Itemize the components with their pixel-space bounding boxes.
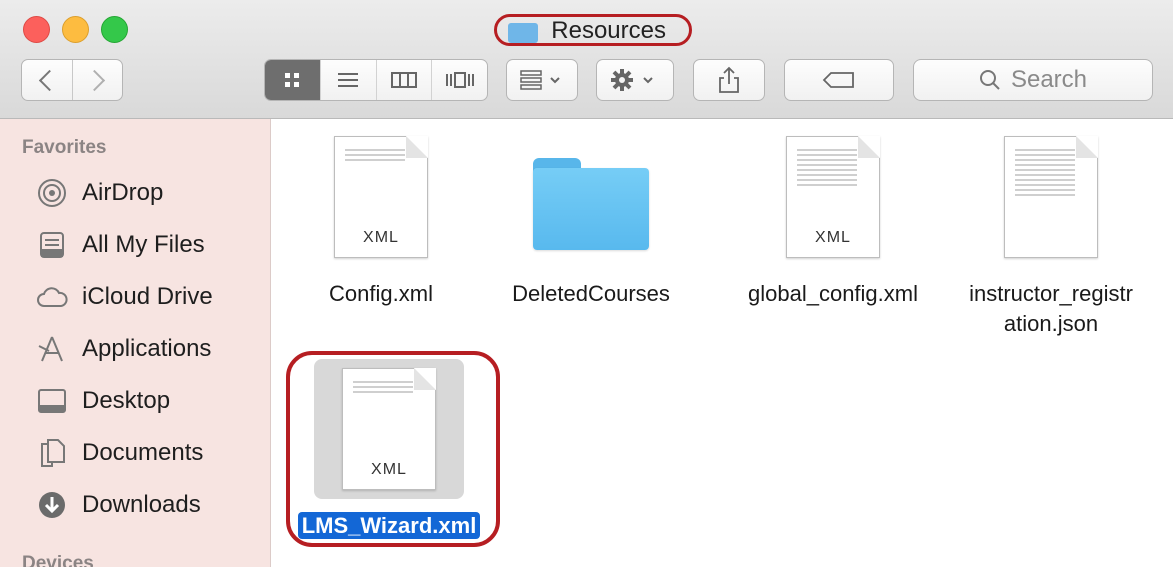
search-placeholder: Search: [1010, 66, 1088, 93]
sidebar-section-favorites: Favorites: [22, 137, 107, 158]
finder-window: Resources Search Favorites AirDrop All M…: [0, 0, 1173, 567]
sidebar-item-downloads[interactable]: Downloads: [36, 485, 201, 525]
xml-document-icon: XML: [786, 136, 880, 258]
file-item-instructor-registration-json[interactable]: instructor_registr ation.json: [953, 127, 1149, 339]
xml-document-icon: XML: [334, 136, 428, 258]
file-name: global_config.xml: [748, 281, 918, 306]
sidebar-item-applications[interactable]: Applications: [36, 329, 211, 369]
sidebar-item-label: iCloud Drive: [82, 283, 213, 310]
folder-icon: [533, 158, 649, 250]
sidebar: Favorites AirDrop All My Files iCloud Dr…: [0, 119, 271, 567]
sidebar-item-airdrop[interactable]: AirDrop: [36, 173, 163, 213]
applications-icon: [36, 333, 68, 365]
file-icon-wrap: XML: [758, 127, 908, 267]
desktop-icon: [36, 385, 68, 417]
arrange-grid-icon: [520, 70, 560, 90]
sidebar-section-devices: Devices: [22, 553, 94, 567]
json-document-icon: [1004, 136, 1098, 258]
file-icon-wrap: [976, 127, 1126, 267]
zoom-window-button[interactable]: [101, 16, 128, 43]
back-button[interactable]: [22, 60, 72, 100]
cloud-icon: [36, 281, 68, 313]
forward-button[interactable]: [71, 60, 123, 100]
sidebar-item-label: Downloads: [82, 491, 201, 518]
title-bar: Resources Search: [0, 0, 1173, 119]
file-item-global-config-xml[interactable]: XML global_config.xml: [735, 127, 931, 309]
list-view-button[interactable]: [319, 60, 376, 100]
search-field[interactable]: Search: [913, 59, 1153, 101]
file-icon-wrap: XML: [306, 127, 456, 267]
cover-flow-icon: [445, 72, 474, 88]
file-name: instructor_registr ation.json: [969, 281, 1133, 336]
sidebar-item-all-my-files[interactable]: All My Files: [36, 225, 205, 265]
sidebar-item-icloud-drive[interactable]: iCloud Drive: [36, 277, 213, 317]
tag-icon: [822, 72, 854, 88]
file-name: Config.xml: [329, 281, 433, 306]
column-view-icon: [390, 72, 417, 88]
icon-view-icon: [285, 73, 300, 87]
cover-flow-view-button[interactable]: [431, 60, 487, 100]
downloads-icon: [36, 489, 68, 521]
share-icon: [719, 66, 739, 93]
share-button[interactable]: [693, 59, 765, 101]
edit-tags-button[interactable]: [784, 59, 894, 101]
column-view-button[interactable]: [375, 60, 432, 100]
annotation-circle-title: [494, 14, 692, 46]
view-mode-control: [264, 59, 488, 101]
chevron-left-icon: [39, 69, 61, 91]
sidebar-item-label: Documents: [82, 439, 204, 466]
search-icon: [979, 70, 1000, 90]
file-item-deletedcourses-folder[interactable]: DeletedCourses: [493, 127, 689, 309]
annotation-circle-selected-file: [286, 351, 500, 547]
action-button[interactable]: [596, 59, 674, 101]
chevron-right-icon: [83, 69, 105, 91]
sidebar-item-label: All My Files: [82, 231, 205, 258]
all-files-icon: [36, 229, 68, 261]
sidebar-item-label: AirDrop: [82, 179, 164, 206]
file-icon-wrap: [516, 127, 666, 267]
sidebar-item-documents[interactable]: Documents: [36, 433, 203, 473]
file-browser-content: XML Config.xml DeletedCourses XML global…: [271, 119, 1173, 567]
sidebar-item-label: Applications: [82, 335, 212, 362]
arrange-button[interactable]: [506, 59, 578, 101]
icon-view-button[interactable]: [265, 60, 320, 100]
file-item-config-xml[interactable]: XML Config.xml: [283, 127, 479, 309]
gear-icon: [611, 69, 653, 91]
airdrop-icon: [36, 177, 68, 209]
minimize-window-button[interactable]: [62, 16, 89, 43]
sidebar-item-desktop[interactable]: Desktop: [36, 381, 170, 421]
file-name: DeletedCourses: [512, 281, 670, 306]
sidebar-item-label: Desktop: [82, 387, 171, 414]
back-forward-control: [21, 59, 123, 101]
close-window-button[interactable]: [23, 16, 50, 43]
documents-icon: [36, 437, 68, 469]
list-view-icon: [338, 73, 359, 87]
